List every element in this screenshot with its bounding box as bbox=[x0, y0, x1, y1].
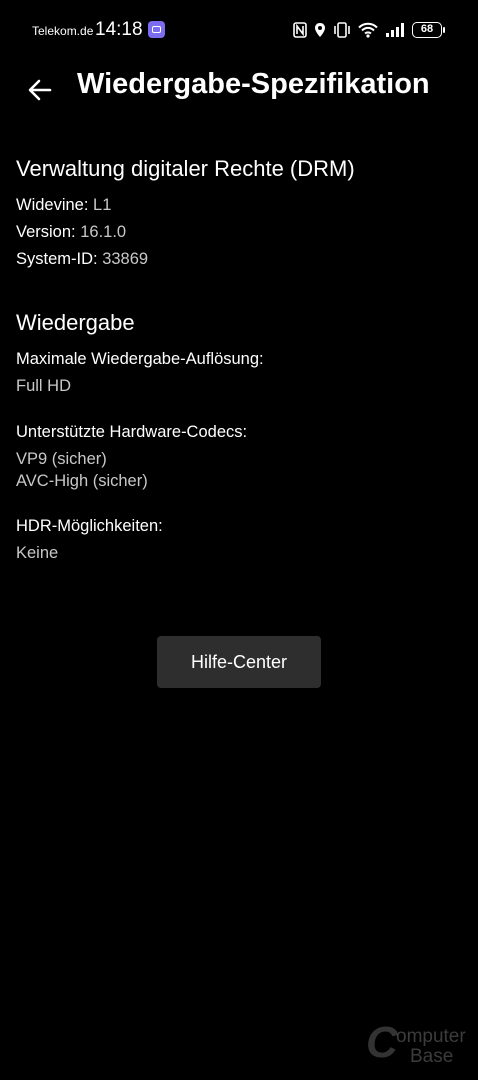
hdr-value: Keine bbox=[16, 544, 59, 562]
system-id-row: System-ID: 33869 bbox=[16, 250, 148, 269]
status-bar: Telekom.de 14:18 68 bbox=[0, 0, 478, 60]
vibrate-icon bbox=[334, 22, 350, 38]
battery-icon: 68 bbox=[412, 22, 445, 38]
system-id-value: 33869 bbox=[102, 250, 149, 268]
clock: 14:18 bbox=[95, 19, 143, 40]
drm-section-title: Verwaltung digitaler Rechte (DRM) bbox=[16, 156, 355, 181]
playback-section-title: Wiedergabe bbox=[16, 310, 135, 335]
page-title: Wiedergabe-Spezifikation bbox=[77, 68, 430, 100]
system-id-label: System-ID: bbox=[16, 250, 98, 268]
signal-icon bbox=[386, 23, 404, 37]
notification-app-icon bbox=[148, 21, 165, 38]
nfc-icon bbox=[293, 22, 307, 38]
codec-item: VP9 (sicher) bbox=[16, 450, 107, 468]
version-value: 16.1.0 bbox=[80, 223, 127, 241]
watermark-line-2: Base bbox=[410, 1046, 454, 1067]
widevine-row: Widevine: L1 bbox=[16, 196, 111, 215]
back-button[interactable] bbox=[22, 72, 58, 108]
app-header: Wiedergabe-Spezifikation bbox=[0, 60, 478, 120]
codecs-label: Unterstützte Hardware-Codecs: bbox=[16, 423, 248, 441]
watermark-line-1: omputer bbox=[396, 1026, 466, 1047]
computerbase-watermark: C omputer Base bbox=[366, 1018, 470, 1072]
wifi-icon bbox=[358, 22, 378, 38]
help-center-button[interactable]: Hilfe-Center bbox=[157, 636, 321, 688]
watermark-letter: C bbox=[366, 1018, 398, 1067]
version-row: Version: 16.1.0 bbox=[16, 223, 126, 242]
codec-item: AVC-High (sicher) bbox=[16, 472, 148, 490]
hdr-label: HDR-Möglichkeiten: bbox=[16, 517, 163, 535]
max-resolution-label: Maximale Wiedergabe-Auflösung: bbox=[16, 350, 264, 368]
arrow-left-icon bbox=[28, 79, 52, 101]
widevine-label: Widevine: bbox=[16, 196, 89, 214]
version-label: Version: bbox=[16, 223, 76, 241]
status-icons: 68 bbox=[293, 19, 445, 41]
carrier-label: Telekom.de bbox=[32, 24, 94, 38]
widevine-value: L1 bbox=[93, 196, 112, 214]
location-icon bbox=[315, 23, 325, 37]
max-resolution-value: Full HD bbox=[16, 377, 72, 395]
